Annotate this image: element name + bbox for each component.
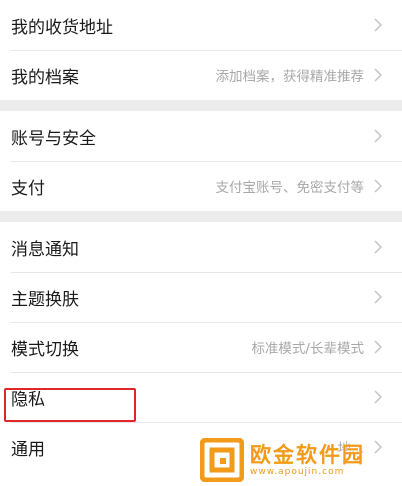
section-separator [0, 211, 402, 222]
group-address-profile: 我的收货地址 我的档案 添加档案，获得精准推荐 [0, 0, 402, 100]
item-hint: 支付宝账号、免密支付等 [215, 180, 365, 196]
chevron-right-icon [372, 289, 384, 305]
group-account-payment: 账号与安全 支付 支付宝账号、免密支付等 [0, 111, 402, 211]
watermark-logo-icon [200, 438, 244, 482]
item-label: 主题换肤 [11, 289, 79, 310]
chevron-right-icon [372, 389, 384, 405]
chevron-right-icon [372, 178, 384, 194]
settings-item-notifications[interactable]: 消息通知 [0, 222, 402, 272]
chevron-right-icon [372, 67, 384, 83]
item-label: 账号与安全 [11, 128, 96, 149]
chevron-right-icon [372, 128, 384, 144]
watermark: 欧金软件园 www.apoujin.com [200, 434, 400, 486]
item-hint: 添加档案，获得精准推荐 [215, 69, 365, 85]
item-label: 模式切换 [11, 339, 79, 360]
item-label: 我的收货地址 [11, 17, 113, 38]
chevron-right-icon [372, 339, 384, 355]
item-label: 隐私 [11, 389, 45, 410]
watermark-text: 欧金软件园 www.apoujin.com [250, 443, 365, 477]
settings-item-payment[interactable]: 支付 支付宝账号、免密支付等 [0, 161, 402, 211]
item-label: 我的档案 [11, 67, 79, 88]
item-label: 支付 [11, 178, 45, 199]
settings-item-privacy[interactable]: 隐私 [0, 372, 402, 422]
settings-item-mode-switch[interactable]: 模式切换 标准模式/长辈模式 [0, 322, 402, 372]
item-hint: 标准模式/长辈模式 [251, 341, 364, 357]
settings-item-account-security[interactable]: 账号与安全 [0, 111, 402, 161]
item-label: 消息通知 [11, 239, 79, 260]
watermark-url: www.apoujin.com [250, 467, 345, 477]
settings-item-theme[interactable]: 主题换肤 [0, 272, 402, 322]
section-separator [0, 100, 402, 111]
chevron-right-icon [372, 239, 384, 255]
watermark-name: 欧金软件园 [250, 443, 365, 467]
settings-item-address[interactable]: 我的收货地址 [0, 0, 402, 50]
settings-item-profile[interactable]: 我的档案 添加档案，获得精准推荐 [0, 50, 402, 100]
chevron-right-icon [372, 17, 384, 33]
